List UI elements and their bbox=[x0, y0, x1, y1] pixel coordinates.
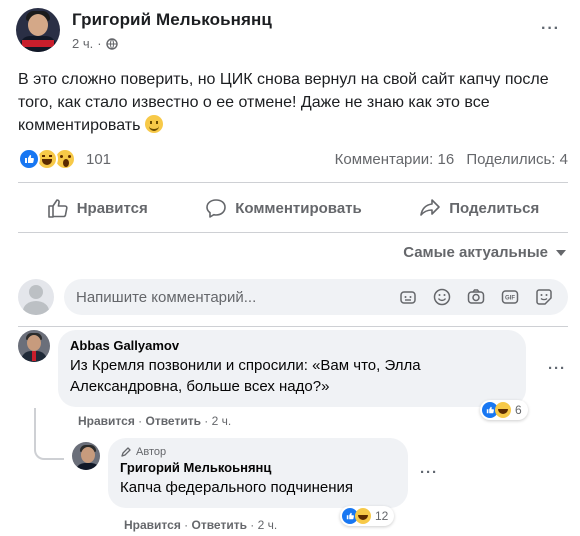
post-body-text: В это сложно поверить, но ЦИК снова верн… bbox=[18, 71, 549, 134]
haha-icon bbox=[495, 402, 511, 418]
reply-author-avatar[interactable] bbox=[72, 442, 100, 470]
reply-reaction-count: 12 bbox=[375, 509, 389, 523]
post-stats: Комментарии: 16 Поделились: 4 bbox=[335, 151, 568, 168]
comment-like-link[interactable]: Нравится bbox=[78, 414, 135, 428]
commenter-avatar[interactable] bbox=[18, 330, 50, 362]
post-actions: Нравится Комментировать Поделиться bbox=[18, 190, 568, 226]
reply-text: Капча федерального подчинения bbox=[120, 479, 353, 496]
comments-count[interactable]: Комментарии: 16 bbox=[335, 151, 455, 168]
haha-icon bbox=[355, 508, 371, 524]
like-button[interactable]: Нравится bbox=[47, 198, 148, 218]
globe-icon bbox=[105, 37, 118, 50]
sticker-icon[interactable] bbox=[398, 287, 418, 307]
comment-reactions[interactable]: 6 bbox=[480, 400, 528, 420]
smile-emoji-icon bbox=[144, 115, 163, 133]
comment-button[interactable]: Комментировать bbox=[205, 198, 362, 218]
camera-icon[interactable] bbox=[466, 287, 486, 307]
post-text: В это сложно поверить, но ЦИК снова верн… bbox=[18, 68, 568, 137]
caret-down-icon bbox=[556, 249, 566, 256]
post-header: Григорий Мелькоьнянц 2 ч. · bbox=[16, 8, 272, 52]
gif-icon[interactable]: GIF bbox=[500, 287, 520, 307]
comment-text: Из Кремля позвонили и спросили: «Вам что… bbox=[70, 355, 514, 397]
comment-reaction-count: 6 bbox=[515, 403, 522, 417]
divider bbox=[18, 232, 568, 233]
reply-time[interactable]: 2 ч. bbox=[258, 518, 278, 532]
share-button-label: Поделиться bbox=[449, 199, 540, 217]
thumbs-up-icon bbox=[47, 199, 68, 218]
author-badge-label: Автор bbox=[136, 446, 167, 458]
comment-icon bbox=[206, 199, 227, 218]
commenter-name[interactable]: Abbas Gallyamov bbox=[70, 338, 514, 353]
comment-sort-dropdown[interactable]: Самые актуальные bbox=[403, 244, 566, 261]
reply-comment: Автор Григорий Мелькоьнянц Капча федерал… bbox=[72, 438, 408, 508]
post-time[interactable]: 2 ч. bbox=[72, 36, 93, 51]
reply-bubble: Автор Григорий Мелькоьнянц Капча федерал… bbox=[108, 438, 408, 508]
sticker-face-icon[interactable] bbox=[534, 287, 554, 307]
sort-label: Самые актуальные bbox=[403, 244, 548, 261]
user-avatar bbox=[18, 279, 54, 315]
reaction-count[interactable]: 101 bbox=[86, 151, 111, 168]
post-meta: 2 ч. · bbox=[72, 36, 272, 51]
reply-reactions[interactable]: 12 bbox=[340, 506, 395, 526]
comment-time[interactable]: 2 ч. bbox=[212, 414, 232, 428]
comment-composer: GIF bbox=[18, 278, 568, 316]
comment-button-label: Комментировать bbox=[235, 199, 362, 217]
composer-icons: GIF bbox=[384, 287, 554, 307]
reply-like-link[interactable]: Нравится bbox=[124, 518, 181, 532]
pencil-icon bbox=[121, 447, 131, 457]
like-button-label: Нравится bbox=[76, 199, 148, 217]
post-author-name[interactable]: Григорий Мелькоьнянц bbox=[72, 10, 272, 30]
share-icon bbox=[420, 199, 441, 216]
author-avatar[interactable] bbox=[16, 8, 60, 52]
reactions-summary: 101 Комментарии: 16 Поделились: 4 bbox=[18, 146, 568, 172]
comment-actions: Нравится · Ответить · 2 ч. bbox=[78, 414, 232, 428]
divider bbox=[18, 182, 568, 183]
author-badge: Автор bbox=[120, 446, 396, 458]
comment-text-line: Александровна, больше всех надо?» bbox=[70, 378, 330, 395]
divider bbox=[18, 326, 568, 327]
reaction-icons[interactable] bbox=[18, 148, 76, 170]
share-button[interactable]: Поделиться bbox=[419, 198, 539, 218]
reply-more-icon[interactable]: ··· bbox=[420, 464, 438, 481]
comment-reply-link[interactable]: Ответить bbox=[146, 414, 201, 428]
reply-thread-line bbox=[34, 408, 64, 460]
comment-more-icon[interactable]: ··· bbox=[548, 360, 566, 377]
comment-bubble: Abbas Gallyamov Из Кремля позвонили и сп… bbox=[58, 330, 526, 407]
like-icon bbox=[18, 148, 40, 170]
reply-reply-link[interactable]: Ответить bbox=[192, 518, 247, 532]
post-more-options-icon[interactable]: ··· bbox=[541, 20, 560, 38]
svg-text:GIF: GIF bbox=[505, 296, 515, 302]
emoji-icon[interactable] bbox=[432, 287, 452, 307]
comment: Abbas Gallyamov Из Кремля позвонили и сп… bbox=[18, 330, 526, 407]
shares-count[interactable]: Поделились: 4 bbox=[466, 151, 568, 168]
comment-text-line: Из Кремля позвонили и спросили: «Вам что… bbox=[70, 357, 421, 374]
reply-author-name[interactable]: Григорий Мелькоьнянц bbox=[120, 460, 396, 475]
reply-actions: Нравится · Ответить · 2 ч. bbox=[124, 518, 278, 532]
